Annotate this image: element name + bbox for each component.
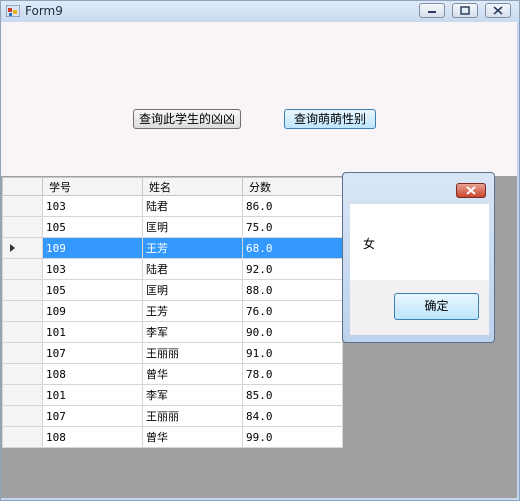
table-row[interactable]: 101 李军 90.0	[2, 321, 343, 343]
column-header-id[interactable]: 学号	[42, 177, 143, 196]
column-header-name[interactable]: 姓名	[142, 177, 243, 196]
window-title: Form9	[25, 4, 63, 18]
table-row[interactable]: 107 王丽丽 91.0	[2, 342, 343, 364]
dialog-message: 女	[363, 237, 376, 251]
row-header[interactable]	[2, 405, 43, 427]
cell-score[interactable]: 76.0	[242, 300, 343, 322]
minimize-button[interactable]	[419, 3, 445, 18]
cell-id[interactable]: 107	[42, 405, 143, 427]
cell-name[interactable]: 王丽丽	[142, 405, 243, 427]
cell-score[interactable]: 88.0	[242, 279, 343, 301]
cell-name[interactable]: 曾华	[142, 426, 243, 448]
row-header[interactable]	[2, 363, 43, 385]
cell-score[interactable]: 86.0	[242, 195, 343, 217]
grid-header-row: 学号 姓名 分数	[2, 177, 343, 196]
title-bar[interactable]: Form9	[1, 1, 519, 23]
row-header[interactable]	[2, 258, 43, 280]
row-header[interactable]	[2, 195, 43, 217]
cell-id[interactable]: 105	[42, 216, 143, 238]
table-row[interactable]: 108 曾华 99.0	[2, 426, 343, 448]
table-row[interactable]: 109 王芳 76.0	[2, 300, 343, 322]
table-row[interactable]: 105 匡明 75.0	[2, 216, 343, 238]
cell-id[interactable]: 107	[42, 342, 143, 364]
app-icon	[6, 5, 20, 17]
dialog-button-area: 确定	[350, 280, 489, 335]
table-row[interactable]: 109 王芳 68.0	[2, 237, 343, 259]
close-button[interactable]	[485, 3, 511, 18]
row-header-corner[interactable]	[2, 177, 43, 196]
cell-name[interactable]: 李军	[142, 384, 243, 406]
query-student-gender-button[interactable]: 查询此学生的凶凶	[133, 109, 241, 129]
cell-score[interactable]: 68.0	[242, 237, 343, 259]
table-row[interactable]: 105 匡明 88.0	[2, 279, 343, 301]
cell-name[interactable]: 匡明	[142, 216, 243, 238]
cell-name[interactable]: 匡明	[142, 279, 243, 301]
cell-score[interactable]: 85.0	[242, 384, 343, 406]
query-cute-gender-button[interactable]: 查询萌萌性别	[284, 109, 376, 129]
cell-id[interactable]: 108	[42, 426, 143, 448]
cell-name[interactable]: 李军	[142, 321, 243, 343]
student-score-grid[interactable]: 学号 姓名 分数 103 陆君 86.0 105 匡明 75.0 109 王芳 68.0 103 陆…	[2, 177, 343, 448]
close-icon	[493, 6, 503, 15]
maximize-button[interactable]	[452, 3, 478, 18]
table-row[interactable]: 107 王丽丽 84.0	[2, 405, 343, 427]
table-row[interactable]: 101 李军 85.0	[2, 384, 343, 406]
cell-score[interactable]: 78.0	[242, 363, 343, 385]
row-header[interactable]	[2, 300, 43, 322]
cell-id[interactable]: 101	[42, 321, 143, 343]
grid-body: 103 陆君 86.0 105 匡明 75.0 109 王芳 68.0 103 陆君 92.0 105 匡…	[2, 195, 343, 448]
cell-name[interactable]: 王丽丽	[142, 342, 243, 364]
close-icon	[466, 186, 476, 195]
cell-score[interactable]: 91.0	[242, 342, 343, 364]
cell-score[interactable]: 84.0	[242, 405, 343, 427]
cell-id[interactable]: 109	[42, 300, 143, 322]
row-header[interactable]	[2, 321, 43, 343]
cell-id[interactable]: 103	[42, 195, 143, 217]
row-header[interactable]	[2, 237, 43, 259]
row-header[interactable]	[2, 279, 43, 301]
row-header[interactable]	[2, 216, 43, 238]
cell-score[interactable]: 92.0	[242, 258, 343, 280]
row-header[interactable]	[2, 426, 43, 448]
cell-name[interactable]: 陆君	[142, 258, 243, 280]
cell-name[interactable]: 王芳	[142, 300, 243, 322]
maximize-icon	[460, 6, 470, 15]
cell-name[interactable]: 王芳	[142, 237, 243, 259]
cell-id[interactable]: 103	[42, 258, 143, 280]
dialog-message-area: 女	[350, 204, 489, 280]
table-row[interactable]: 103 陆君 92.0	[2, 258, 343, 280]
cell-id[interactable]: 109	[42, 237, 143, 259]
ok-button[interactable]: 确定	[394, 293, 479, 320]
current-row-arrow-icon	[10, 244, 15, 252]
cell-id[interactable]: 101	[42, 384, 143, 406]
row-header[interactable]	[2, 384, 43, 406]
cell-id[interactable]: 105	[42, 279, 143, 301]
cell-id[interactable]: 108	[42, 363, 143, 385]
minimize-icon	[428, 11, 436, 13]
column-header-score[interactable]: 分数	[242, 177, 343, 196]
cell-score[interactable]: 99.0	[242, 426, 343, 448]
message-dialog: 女 确定	[342, 172, 495, 343]
dialog-close-button[interactable]	[456, 183, 486, 198]
cell-score[interactable]: 75.0	[242, 216, 343, 238]
table-row[interactable]: 108 曾华 78.0	[2, 363, 343, 385]
cell-score[interactable]: 90.0	[242, 321, 343, 343]
cell-name[interactable]: 曾华	[142, 363, 243, 385]
row-header[interactable]	[2, 342, 43, 364]
table-row[interactable]: 103 陆君 86.0	[2, 195, 343, 217]
cell-name[interactable]: 陆君	[142, 195, 243, 217]
